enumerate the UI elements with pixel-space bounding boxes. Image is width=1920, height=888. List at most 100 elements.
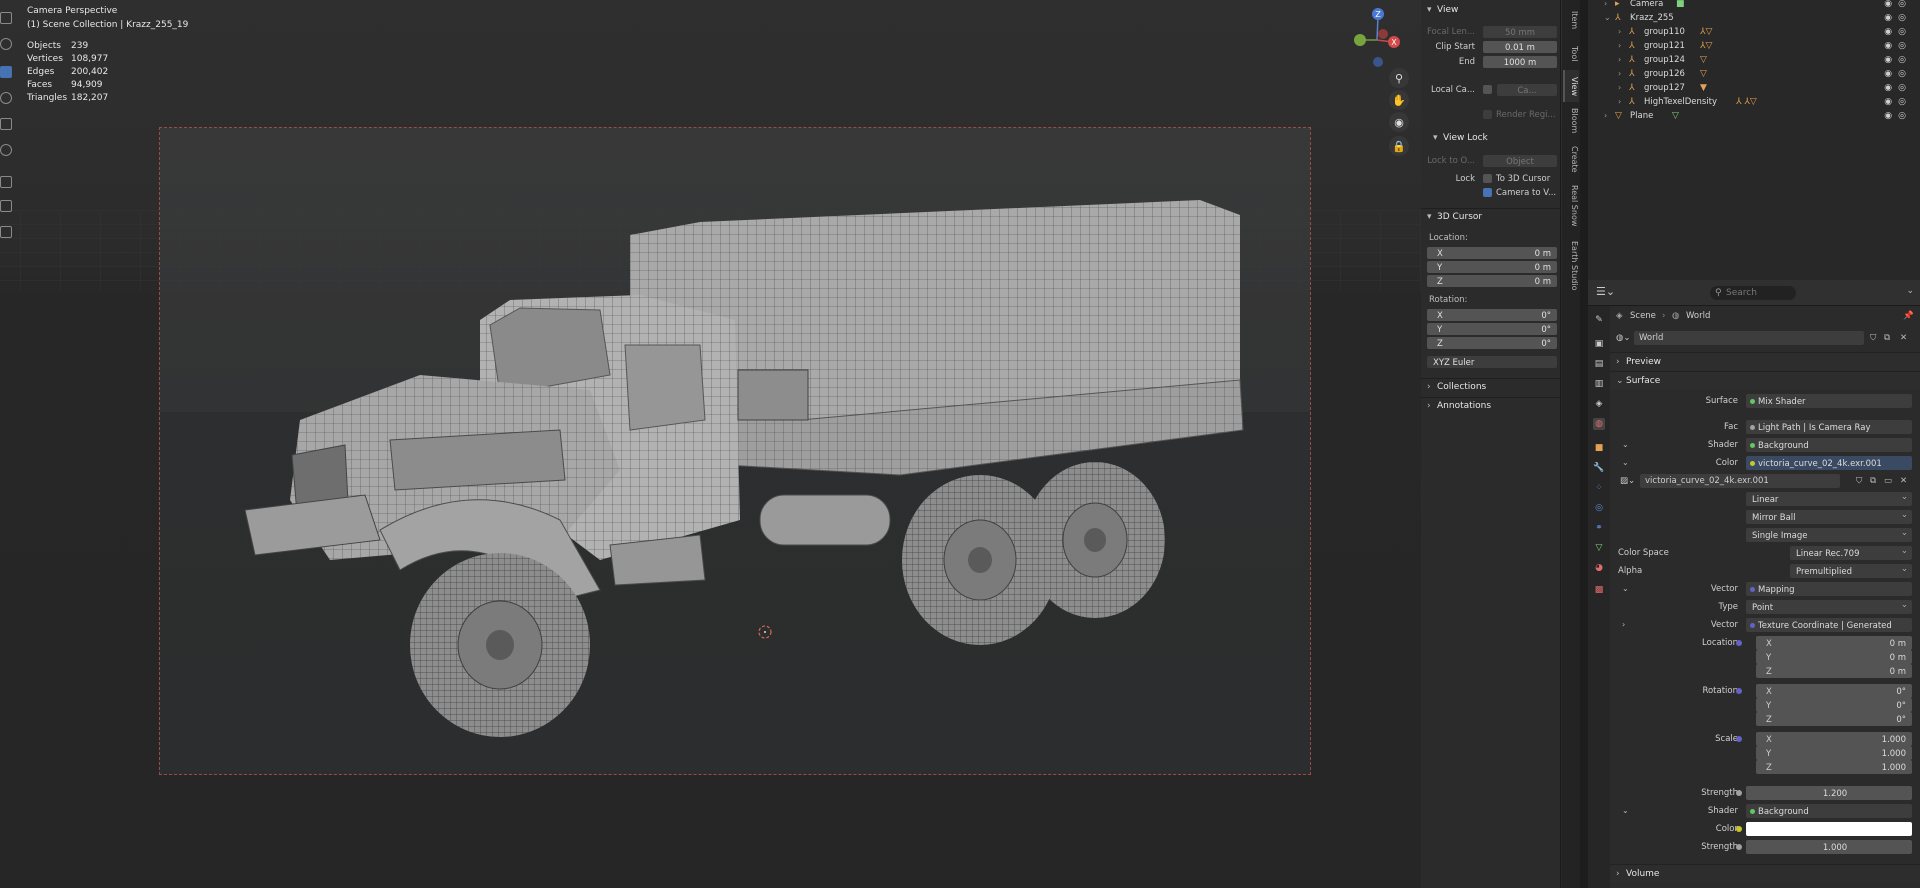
tab-real-snow[interactable]: Real Snow: [1563, 180, 1579, 232]
scale-x-field[interactable]: X 1.000: [1756, 732, 1912, 746]
visibility-icons[interactable]: ◉◎: [1884, 109, 1912, 123]
clip-start-field[interactable]: 0.01 m: [1483, 41, 1557, 53]
tab-item[interactable]: Item: [1563, 2, 1579, 38]
tab-tool[interactable]: Tool: [1563, 40, 1579, 68]
focal-length-field[interactable]: 50 mm: [1483, 26, 1557, 38]
strength2-field[interactable]: 1.000: [1746, 840, 1912, 854]
expand-icon[interactable]: ›: [1618, 25, 1621, 39]
lock-camera-icon[interactable]: 🔒: [1389, 136, 1409, 156]
outliner-row-hightexeldensity[interactable]: › ⅄ HighTexelDensity ⅄ ⅄▽ ◉◎: [1588, 95, 1920, 109]
fake-user-icon[interactable]: ⛉: [1856, 473, 1862, 489]
search-input[interactable]: ⚲ Search: [1710, 286, 1796, 300]
lock-to-cursor-checkbox[interactable]: [1483, 174, 1492, 183]
tool-tab-icon[interactable]: ✎: [1593, 314, 1605, 326]
truck-model[interactable]: [0, 0, 1565, 888]
fake-user-icon[interactable]: ⛉: [1870, 330, 1876, 346]
surface-shader-field[interactable]: Mix Shader: [1746, 394, 1912, 408]
particles-tab-icon[interactable]: ⁘: [1593, 482, 1605, 494]
preview-panel-header[interactable]: Preview: [1610, 352, 1920, 371]
vector-mapping-field[interactable]: Mapping: [1746, 582, 1912, 596]
world-browse-icon[interactable]: ◍⌄: [1616, 330, 1631, 346]
scene-tab-icon[interactable]: ◈: [1593, 398, 1605, 410]
collapse-icon[interactable]: ⌄: [1604, 11, 1611, 25]
world-name-field[interactable]: World: [1634, 331, 1864, 345]
outliner-row-group127[interactable]: › ⅄ group127 ▼ ◉◎: [1588, 81, 1920, 95]
location-z-field[interactable]: Z0 m: [1756, 664, 1912, 678]
camera-view-icon[interactable]: ◉: [1389, 112, 1409, 132]
texcoord-field[interactable]: Texture Coordinate | Generated: [1746, 618, 1912, 632]
modifier-tab-icon[interactable]: 🔧: [1593, 462, 1605, 474]
annotate-tool[interactable]: [0, 176, 12, 188]
render-region-checkbox[interactable]: [1483, 110, 1492, 119]
fac-field[interactable]: Light Path | Is Camera Ray: [1746, 420, 1912, 434]
collapse-icon[interactable]: ⌄: [1622, 803, 1629, 819]
pin-icon[interactable]: 📌: [1903, 308, 1914, 324]
select-box-tool[interactable]: [0, 12, 12, 24]
outliner-row-group121[interactable]: › ⅄ group121 ⅄▽ ◉◎: [1588, 39, 1920, 53]
cursor-loc-y-field[interactable]: Y0 m: [1427, 261, 1557, 273]
3d-cursor[interactable]: [758, 625, 772, 639]
local-camera-checkbox[interactable]: [1483, 85, 1492, 94]
camera-to-view-checkbox[interactable]: [1483, 188, 1492, 197]
rotate-tool[interactable]: [0, 92, 12, 104]
visibility-icons[interactable]: ◉◎: [1884, 67, 1912, 81]
texture-tab-icon[interactable]: ▩: [1593, 584, 1605, 596]
options-chevron-icon[interactable]: ⌄: [1906, 286, 1914, 296]
rotation-y-field[interactable]: Y 0°: [1756, 698, 1912, 712]
visibility-icons[interactable]: ◉◎: [1884, 25, 1912, 39]
image-browse-icon[interactable]: ▨⌄: [1620, 473, 1635, 489]
cursor-rot-y-field[interactable]: Y 0°: [1427, 323, 1557, 335]
rotation-mode-dropdown[interactable]: XYZ Euler: [1427, 356, 1557, 368]
measure-tool[interactable]: [0, 200, 12, 212]
tab-earth-studio[interactable]: Earth Studio: [1563, 234, 1579, 298]
visibility-icons[interactable]: ◉◎: [1884, 39, 1912, 53]
tab-view[interactable]: View: [1563, 70, 1579, 102]
cursor-tool[interactable]: [0, 38, 12, 50]
expand-icon[interactable]: ›: [1618, 39, 1621, 53]
editor-type-icon[interactable]: ☰⌄: [1596, 285, 1615, 298]
cursor-loc-x-field[interactable]: X0 m: [1427, 247, 1557, 259]
visibility-icons[interactable]: ◉◎: [1884, 53, 1912, 67]
image-name-field[interactable]: victoria_curve_02_4k.exr.001: [1640, 474, 1840, 488]
visibility-icons[interactable]: ◉◎: [1884, 81, 1912, 95]
cursor-loc-z-field[interactable]: Z0 m: [1427, 275, 1557, 287]
shader1-field[interactable]: Background: [1746, 438, 1912, 452]
add-cube-tool[interactable]: [0, 226, 12, 238]
visibility-icons[interactable]: ◉◎: [1884, 11, 1912, 25]
visibility-icons[interactable]: ◉◎: [1884, 95, 1912, 109]
view-lock-header[interactable]: View Lock: [1427, 130, 1557, 146]
3d-viewport[interactable]: Camera Perspective (1) Scene Collection …: [0, 0, 1565, 888]
expand-icon[interactable]: ›: [1618, 53, 1621, 67]
source-dropdown[interactable]: Single Image: [1746, 528, 1912, 542]
collapse-icon[interactable]: ⌄: [1622, 581, 1629, 597]
collections-header[interactable]: Collections: [1421, 379, 1561, 395]
cursor-rot-x-field[interactable]: X 0°: [1427, 309, 1557, 321]
physics-tab-icon[interactable]: ◎: [1593, 502, 1605, 514]
shader2-field[interactable]: Background: [1746, 804, 1912, 818]
expand-icon[interactable]: ›: [1618, 95, 1621, 109]
visibility-icons[interactable]: ◉◎: [1884, 0, 1912, 11]
expand-icon[interactable]: ›: [1604, 109, 1607, 123]
rotation-z-field[interactable]: Z 0°: [1756, 712, 1912, 726]
pan-hand-icon[interactable]: ✋: [1389, 90, 1409, 110]
annotations-header[interactable]: Annotations: [1421, 398, 1561, 414]
outliner-row-krazz[interactable]: ⌄ ⅄ Krazz_255 ◉◎: [1588, 11, 1920, 25]
outliner-row-group124[interactable]: › ⅄ group124 ▽ ◉◎: [1588, 53, 1920, 67]
location-x-field[interactable]: X0 m: [1756, 636, 1912, 650]
object-tab-icon[interactable]: ■: [1593, 442, 1605, 454]
outliner-row-plane[interactable]: › ▽ Plane ▽ ◉◎: [1588, 109, 1920, 123]
location-y-field[interactable]: Y0 m: [1756, 650, 1912, 664]
tab-create[interactable]: Create: [1563, 140, 1579, 178]
alpha-dropdown[interactable]: Premultiplied: [1790, 564, 1912, 578]
color-texture-field[interactable]: victoria_curve_02_4k.exr.001: [1746, 456, 1912, 470]
clip-end-field[interactable]: 1000 m: [1483, 56, 1557, 68]
zoom-icon[interactable]: ⚲: [1389, 68, 1409, 88]
color-space-dropdown[interactable]: Linear Rec.709: [1790, 546, 1912, 560]
unlink-icon[interactable]: ✕: [1900, 473, 1907, 489]
world-tab-icon[interactable]: ◍: [1593, 418, 1605, 430]
3d-cursor-header[interactable]: 3D Cursor: [1421, 209, 1561, 225]
unlink-icon[interactable]: ✕: [1900, 330, 1907, 346]
duplicate-icon[interactable]: ⧉: [1870, 473, 1876, 489]
expand-icon[interactable]: ›: [1618, 81, 1621, 95]
local-camera-field[interactable]: Ca...: [1497, 84, 1557, 96]
